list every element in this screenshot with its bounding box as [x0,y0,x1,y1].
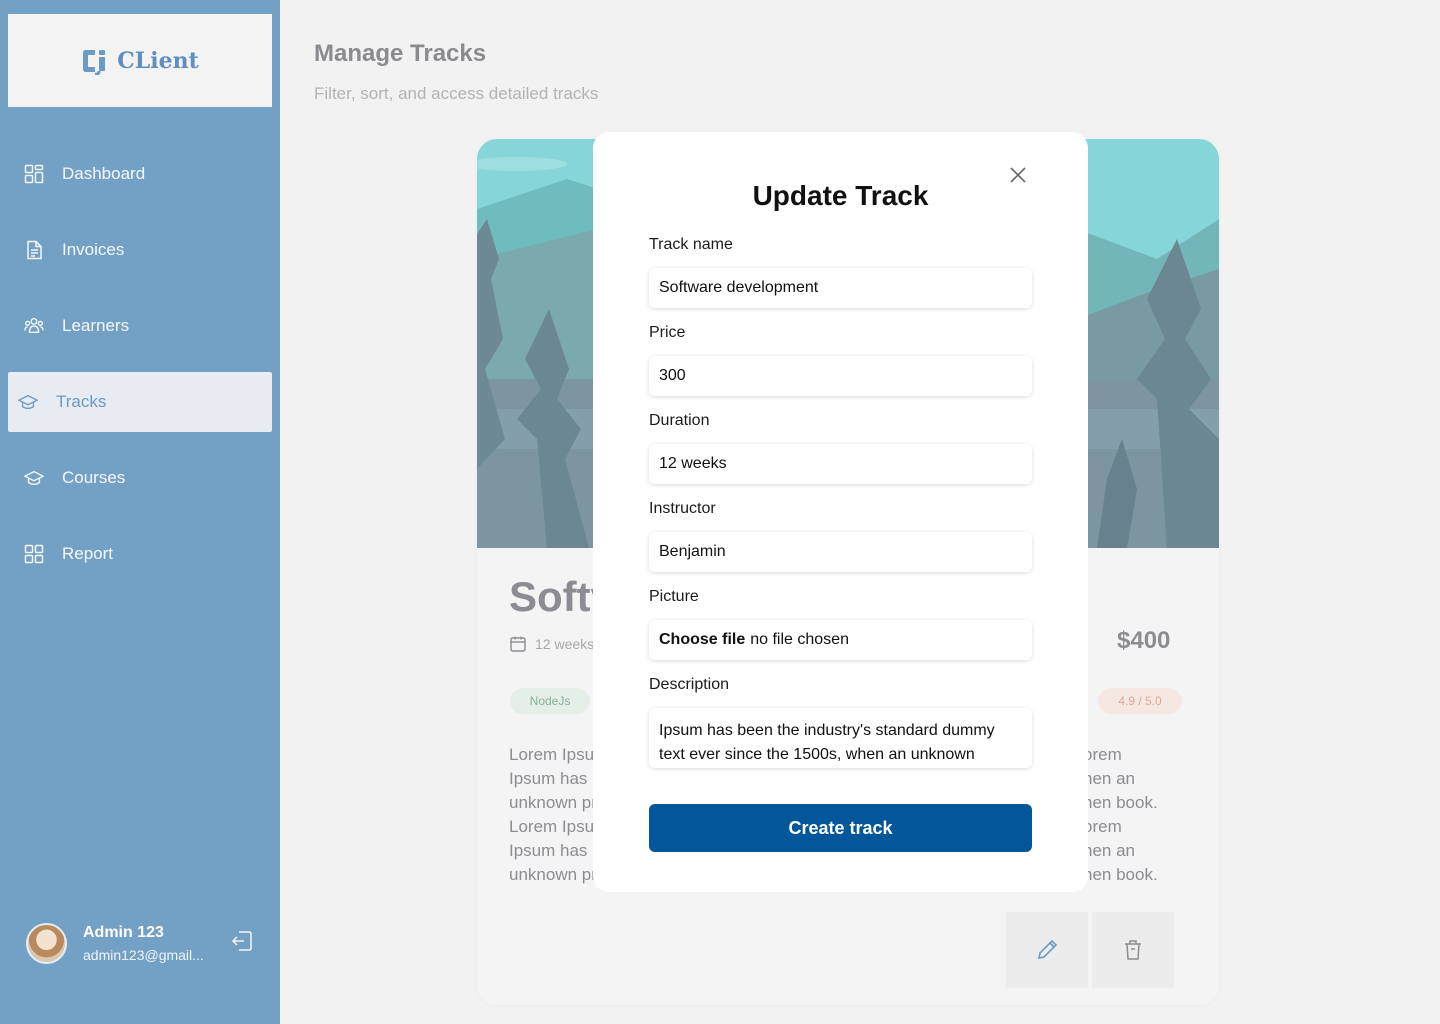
choose-file-button[interactable]: Choose file [659,631,745,649]
track-duration: 12 weeks [509,635,594,653]
dashboard-icon [24,544,44,564]
technology-tag: NodeJs [510,688,590,714]
sidebar-item-label: Courses [62,468,126,487]
duration-label: Duration [649,412,710,429]
dashboard-icon [24,164,44,184]
price-label: Price [649,324,686,341]
logo[interactable]: CLient [8,14,272,107]
description-label: Description [649,676,730,693]
track-price: $400 [1117,627,1171,654]
rating-badge: 4.9 / 5.0 [1098,688,1182,714]
logo-icon [83,49,106,75]
sidebar-item-courses[interactable]: Courses [8,448,272,508]
sidebar-item-learners[interactable]: Learners [8,296,272,356]
instructor-label: Instructor [649,500,716,517]
sidebar-item-dashboard[interactable]: Dashboard [8,144,272,204]
user-email: admin123@gmail... [83,946,204,963]
sidebar: CLient Dashboard Invoices Learners Track… [0,0,280,1024]
picture-file-input[interactable]: Choose file no file chosen [649,620,1032,660]
duration-input[interactable]: 12 weeks [649,444,1032,484]
graduation-cap-icon [18,392,38,412]
track-description: orem hen an hen book. orem hen an hen bo… [1083,745,1158,884]
page-title: Manage Tracks [314,40,487,67]
people-icon [24,316,44,336]
sidebar-item-invoices[interactable]: Invoices [8,220,272,280]
edit-button[interactable] [1006,912,1088,988]
calendar-icon [510,636,526,652]
sidebar-item-label: Learners [62,316,130,335]
duration-text: 12 weeks [535,636,595,652]
file-status: no file chosen [750,631,849,648]
description-textarea[interactable]: Ipsum has been the industry's standard d… [649,708,1032,768]
sidebar-item-report[interactable]: Report [8,524,272,584]
update-track-modal: Update Track Track name Software develop… [593,132,1088,892]
create-track-button[interactable]: Create track [649,804,1032,852]
price-input[interactable]: 300 [649,356,1032,396]
graduation-cap-icon [24,468,44,488]
picture-label: Picture [649,588,699,605]
sidebar-item-label: Tracks [56,392,107,411]
instructor-input[interactable]: Benjamin [649,532,1032,572]
logout-icon[interactable] [230,929,254,953]
sidebar-item-label: Invoices [62,240,125,259]
track-name-label: Track name [649,236,733,253]
modal-title: Update Track [752,180,929,211]
delete-button[interactable] [1092,912,1174,988]
sidebar-item-label: Dashboard [62,164,146,183]
user-name: Admin 123 [83,923,164,941]
document-icon [24,240,44,260]
sidebar-item-label: Report [62,544,114,563]
avatar [26,922,67,964]
sidebar-item-tracks[interactable]: Tracks [8,372,272,432]
pencil-icon [1037,939,1058,960]
trash-icon [1125,940,1141,960]
brand-name: CLient [117,47,199,74]
track-name-input[interactable]: Software development [649,268,1032,308]
page-subtitle: Filter, sort, and access detailed tracks [314,84,599,103]
